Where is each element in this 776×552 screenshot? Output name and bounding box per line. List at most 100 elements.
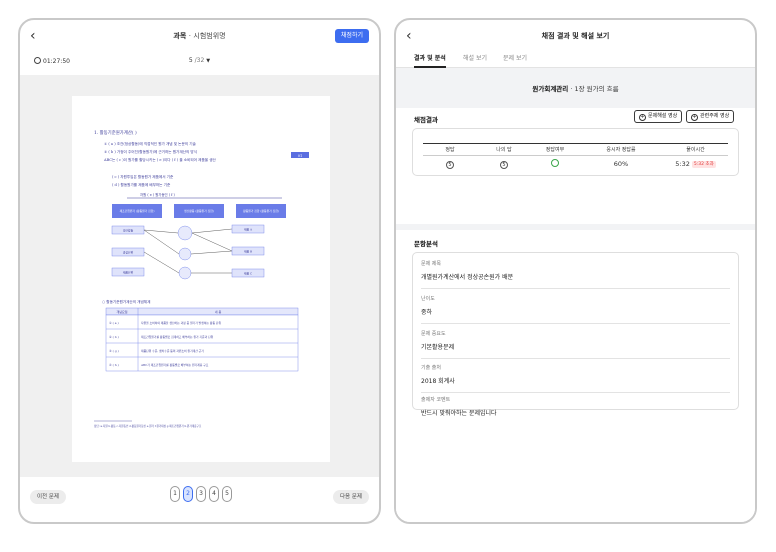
page-title: 채점 결과 및 해설 보기 [541, 32, 610, 40]
analysis-value: 기본활용문제 [421, 344, 455, 351]
caret-down-icon[interactable]: ▼ [206, 58, 210, 64]
result-panel: ‹ 채점 결과 및 해설 보기 결과 및 분석 해설 보기 문제 보기 원가회계… [394, 18, 757, 524]
section-title: 문항분석 [414, 240, 438, 248]
tab-result-analysis[interactable]: 결과 및 분석 [414, 54, 446, 68]
analysis-label: 기출 출처 [421, 365, 441, 371]
time-cell: 5:32 5:32 초과 [663, 156, 728, 173]
diagram-box-label: 활동원가 집합 (활동원가 집합) [243, 209, 279, 213]
result-section: 채점결과 + 문제해설 영상 + 관련주제 영상 정답 나의 답 정답여부 응시자 … [396, 108, 755, 224]
my-answer-value: 5 [500, 161, 508, 169]
button-label: 관련주제 영상 [700, 113, 730, 119]
footer: 이전 문제 1 2 3 4 5 다음 문제 [20, 477, 379, 522]
table-header-cell: 풀이시간 [686, 147, 705, 153]
next-question-button[interactable]: 다음 문제 [333, 490, 369, 504]
table-cell: 제조간접원가를 활동별로 집계하고 배부하는 원가 기준과 단위 [141, 335, 214, 339]
page-title: 과목 · 시험범위명 [20, 31, 379, 41]
question-document: 1. 활동기준원가계산( ) ① ( a ) 조건(정상활동)에 직접적인 원가… [72, 96, 330, 462]
table-cell: 자원을 소비하여 제품을 생산하는 과정 중 원가가 발생하는 활동 단위 [141, 321, 221, 325]
tab-explanation[interactable]: 해설 보기 [463, 54, 487, 68]
doc-heading: 1. 활동기준원가계산( ) [94, 129, 137, 136]
diagram-box-label: 생산활동 [123, 229, 134, 233]
table-header-row: 정답 나의 답 정답여부 응시자 정답률 풀이시간 [423, 143, 728, 156]
table-cell: 제품단위 수준, 뱃치수준 등의 자원소비 원가계산 근거 [141, 349, 204, 353]
header: ‹ 과목 · 시험범위명 채점하기 [20, 20, 379, 54]
diagram-node [178, 247, 192, 261]
table-cell: ② ( b ) [109, 335, 119, 339]
page-button-3[interactable]: 3 [196, 486, 206, 502]
exam-range-name: 시험범위명 [193, 32, 226, 40]
doc-line: ABC는 ( c )이 원가를 할당시키는 ( e )이다 ( f ) 을 소비… [103, 157, 216, 162]
related-video-button[interactable]: + 관련주제 영상 [686, 110, 735, 123]
total-pages: /32 [194, 57, 205, 64]
diagram-caption: 자원 ( e ) 원가동인 ( f ) [140, 192, 175, 197]
analysis-label: 난이도 [421, 296, 435, 302]
play-icon: + [691, 114, 698, 121]
explain-video-button[interactable]: + 문제해설 영상 [634, 110, 683, 123]
button-label: 문제해설 영상 [648, 113, 678, 119]
table-header-cell: 개념요점 [116, 309, 127, 314]
answer-value: 5 [446, 161, 454, 169]
diagram-arrow [190, 250, 233, 255]
diagram-arrow [143, 229, 179, 234]
analysis-value: 개별원가계산에서 정상공손원가 배분 [421, 274, 514, 281]
table-cell: ① ( a ) [109, 321, 119, 325]
subject-label: 과목 [173, 32, 187, 40]
diagram-box-label: 공정단위 [123, 251, 134, 255]
page-button-5[interactable]: 5 [222, 486, 232, 502]
footnote: 정답: a.자원 b.활동 c.자원동인 d.활동원가동인 e.원가 f.원가대… [94, 424, 202, 428]
table-cell: ABC가 제조간접원가를 활동별로 배부하는 원가계층 구조 [140, 363, 209, 367]
page-button-4[interactable]: 4 [209, 486, 219, 502]
analysis-value: 반드시 맞춰야하는 문제입니다 [421, 410, 497, 417]
document-area: 1. 활동기준원가계산( ) ① ( a ) 조건(정상활동)에 직접적인 원가… [20, 75, 379, 477]
diagram-box-label: 제품단위 [123, 271, 134, 275]
chapter-bold: 원가회계관리 [532, 85, 569, 93]
page-button-2[interactable]: 2 [183, 486, 193, 502]
doc-line: ( c ) 자원투입은 활동원가 제품에서 기준 [112, 174, 174, 179]
pagination: 1 2 3 4 5 [170, 486, 232, 502]
section-title: ○ 활동기준원가계산의 개념체계 [102, 299, 150, 304]
analysis-row: 문제 제목 개별원가계산에서 정상공손원가 배분 [421, 260, 730, 289]
analysis-row: 난이도 중하 [421, 295, 730, 324]
table-header-cell: 응시자 정답률 [606, 147, 636, 153]
play-icon: + [639, 114, 646, 121]
diagram-arrow [143, 251, 180, 274]
doc-line: ① ( a ) 조건(정상활동)에 직접적인 원가 개념 및 논문의 기술 [104, 141, 197, 146]
time-over-badge: 5:32 초과 [691, 161, 716, 168]
product-label: 제품 C [244, 272, 252, 276]
analysis-card: 문제 제목 개별원가계산에서 정상공손원가 배분 난이도 중하 문제 중요도 기… [412, 252, 739, 417]
document-content: 1. 활동기준원가계산( ) ① ( a ) 조건(정상활동)에 직접적인 원가… [94, 129, 309, 428]
diagram-box-label: 생산활동 (활동원가 집합) [184, 209, 214, 213]
analysis-section: 문항분석 문제 제목 개별원가계산에서 정상공손원가 배분 난이도 중하 문제 … [396, 230, 755, 522]
diagram-arrow [191, 232, 233, 252]
product-label: 제품 A [244, 228, 253, 232]
analysis-label: 문제 제목 [421, 261, 441, 267]
result-table: 정답 나의 답 정답여부 응시자 정답률 풀이시간 5 5 60% 5:32 5:… [423, 143, 728, 173]
result-card: 정답 나의 답 정답여부 응시자 정답률 풀이시간 5 5 60% 5:32 5:… [412, 128, 739, 176]
table-header-cell: 내 용 [215, 309, 222, 314]
header: ‹ 채점 결과 및 해설 보기 [396, 20, 755, 52]
table-cell: ④ ( h ) [109, 363, 119, 367]
page-button-1[interactable]: 1 [170, 486, 180, 502]
table-cell: ③ ( g ) [109, 349, 119, 353]
table-header-row [105, 307, 299, 316]
current-page: 5 [188, 57, 193, 64]
diagram-node [178, 266, 192, 280]
analysis-row: 기출 출처 2018 회계사 [421, 364, 730, 393]
diagram-arrow [191, 228, 233, 234]
tab-question[interactable]: 문제 보기 [503, 54, 527, 68]
doc-line: ② ( b ) 가정이 주어진(활동원가)에 근거하는 원가계산의 방식 [104, 149, 197, 154]
doc-line: ( d ) 활동원가를 제품에 배부하는 기준 [112, 182, 171, 187]
content-area: 원가회계관리 · 1장 원가의 흐름 채점결과 + 문제해설 영상 + 관련주제 영… [396, 68, 755, 522]
product-label: 제품 B [244, 250, 252, 254]
grade-button[interactable]: 채점하기 [334, 29, 369, 43]
chapter-label: 원가회계관리 · 1장 원가의 흐름 [396, 83, 755, 93]
page-indicator[interactable]: 5 /32 ▼ [20, 57, 379, 64]
table-header-cell: 정답 [445, 147, 455, 153]
table-header-cell: 정답여부 [545, 147, 565, 153]
prev-question-button[interactable]: 이전 문제 [30, 490, 66, 504]
my-answer-cell: 5 [477, 156, 531, 173]
chapter-rest: · 1장 원가의 흐름 [568, 85, 619, 93]
table-row: 5 5 60% 5:32 5:32 초과 [423, 156, 728, 173]
badge-text: 01 [298, 154, 303, 158]
analysis-label: 문제 중요도 [421, 331, 446, 337]
